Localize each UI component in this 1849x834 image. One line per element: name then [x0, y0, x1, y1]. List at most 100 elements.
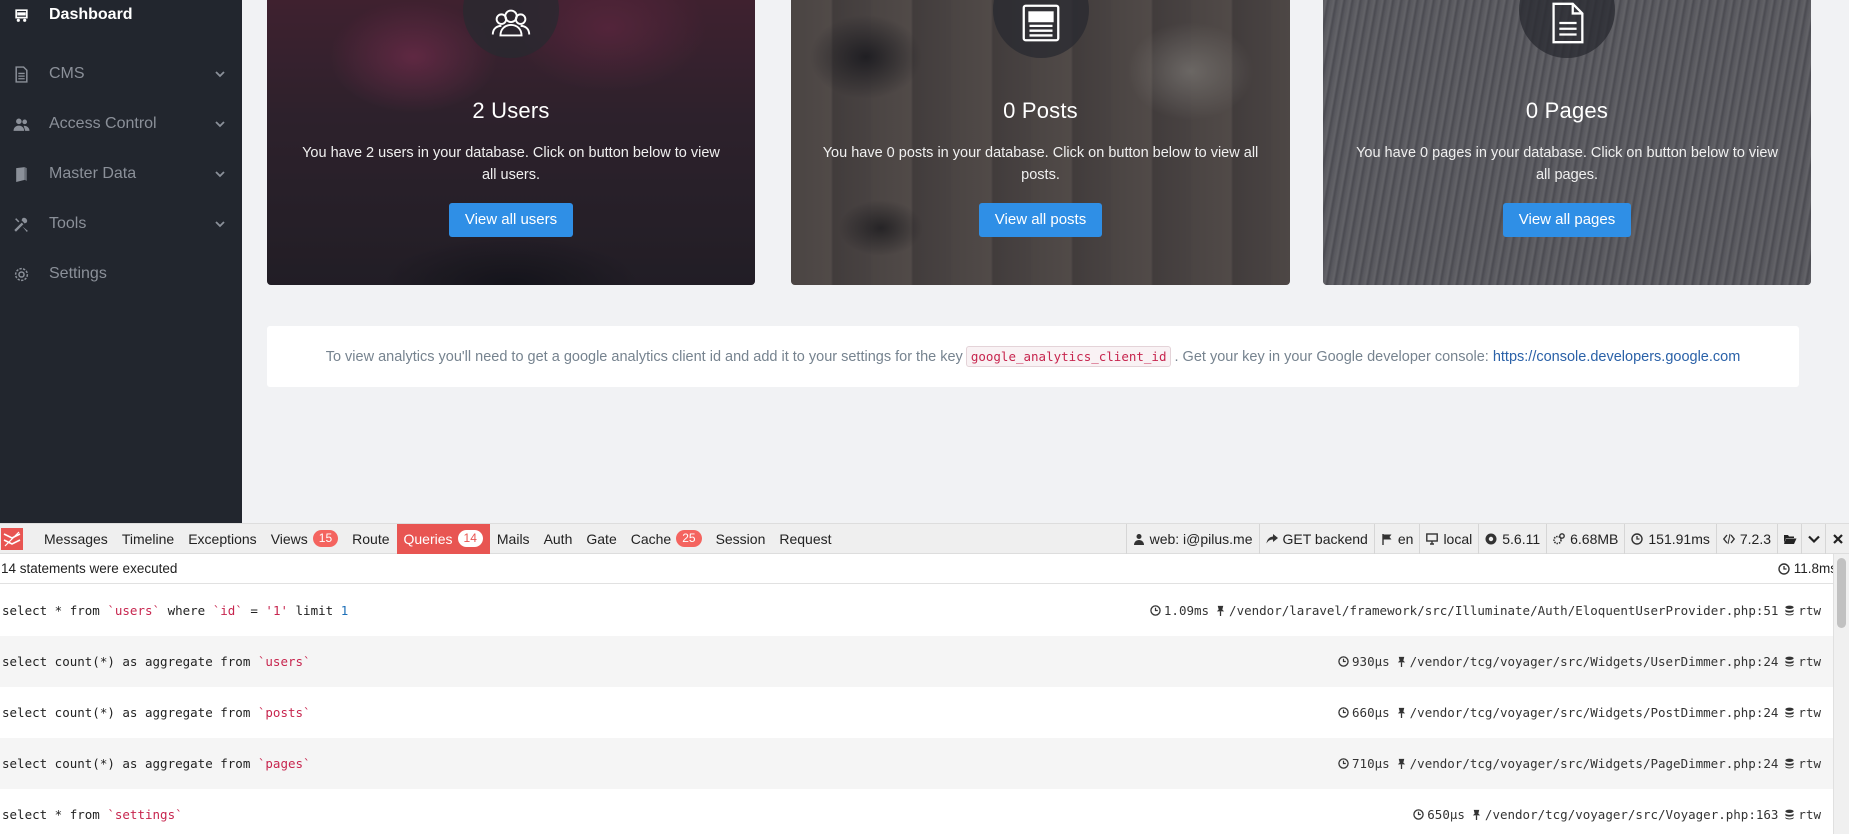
share-icon [1266, 534, 1278, 544]
query-meta: 660μs/vendor/tcg/voyager/src/Widgets/Pos… [1332, 705, 1821, 720]
chevron-down-icon [215, 71, 225, 78]
pages-card: 0 Pages You have 0 pages in your databas… [1323, 0, 1811, 285]
queries-summary: 14 statements were executed 11.8ms [0, 554, 1849, 584]
query-connection: rtw [1798, 603, 1821, 618]
open-folder-button[interactable] [1777, 524, 1801, 554]
php-version-indicator[interactable]: 7.2.3 [1715, 524, 1777, 554]
user-indicator[interactable]: web: i@pilus.me [1125, 524, 1259, 554]
gear-icon [12, 265, 30, 283]
tab-cache[interactable]: Cache 25 [624, 524, 709, 554]
version-indicator[interactable]: 5.6.11 [1478, 524, 1546, 554]
chevron-down-icon [215, 171, 225, 178]
query-connection: rtw [1798, 654, 1821, 669]
query-row[interactable]: select count(*) as aggregate from `pages… [0, 738, 1833, 789]
query-row[interactable]: select * from `users` where `id` = '1' l… [0, 585, 1833, 636]
query-row[interactable]: select * from `settings` 650μs/vendor/tcg… [0, 789, 1833, 834]
sidebar-item-label: Dashboard [49, 6, 133, 23]
sidebar-item-label: CMS [49, 65, 85, 82]
locale-indicator[interactable]: en [1373, 524, 1420, 554]
query-source: /vendor/tcg/voyager/src/Widgets/PostDimm… [1409, 705, 1779, 720]
google-console-link[interactable]: https://console.developers.google.com [1493, 349, 1740, 365]
users-card: 2 Users You have 2 users in your databas… [267, 0, 755, 285]
query-sql: select count(*) as aggregate from `users… [2, 654, 311, 669]
clock-icon [1338, 656, 1349, 667]
document-icon [1519, 0, 1615, 58]
queries-count-badge: 14 [457, 530, 483, 547]
view-all-users-button[interactable]: View all users [448, 203, 574, 237]
database-icon [1785, 656, 1795, 667]
thumbtack-icon [1397, 758, 1405, 769]
tab-mails[interactable]: Mails [490, 524, 537, 554]
analytics-notice-text: To view analytics you'll need to get a g… [325, 348, 963, 365]
database-icon [1785, 605, 1795, 616]
view-all-posts-button[interactable]: View all posts [978, 203, 1103, 237]
dashboard-icon [12, 6, 30, 24]
query-meta: 1.09ms/vendor/laravel/framework/src/Illu… [1144, 603, 1821, 618]
tab-messages[interactable]: Messages [37, 524, 115, 554]
sidebar-item-label: Tools [49, 215, 87, 232]
tab-queries[interactable]: Queries 14 [396, 523, 490, 554]
debugbar-header: Messages Timeline Exceptions Views 15 Rou… [0, 523, 1849, 554]
tab-gate[interactable]: Gate [579, 524, 623, 554]
view-all-pages-button[interactable]: View all pages [1502, 203, 1632, 237]
debugbar-indicators: web: i@pilus.me GET backend en local 5.6… [1125, 524, 1849, 554]
query-duration: 930μs [1352, 654, 1390, 669]
sidebar-item-cms[interactable]: CMS [0, 49, 242, 99]
route-indicator[interactable]: GET backend [1258, 524, 1374, 554]
minimize-button[interactable] [1801, 524, 1825, 554]
posts-card-title: 0 Posts [1003, 98, 1078, 123]
tools-icon [12, 215, 30, 233]
debugbar-scrollbar[interactable] [1833, 554, 1849, 834]
tab-timeline[interactable]: Timeline [115, 524, 181, 554]
query-row[interactable]: select count(*) as aggregate from `posts… [0, 687, 1833, 738]
query-duration: 660μs [1352, 705, 1390, 720]
posts-card-text: You have 0 posts in your database. Click… [822, 145, 1259, 183]
tab-request[interactable]: Request [772, 524, 838, 554]
tab-session[interactable]: Session [709, 524, 773, 554]
cogs-icon [1553, 533, 1566, 545]
sidebar-item-tools[interactable]: Tools [0, 199, 242, 249]
posts-card: 0 Posts You have 0 posts in your databas… [791, 0, 1290, 285]
newspaper-icon [992, 0, 1089, 58]
tab-auth[interactable]: Auth [537, 524, 580, 554]
pages-card-title: 0 Pages [1525, 98, 1609, 123]
clock-icon [1778, 562, 1790, 575]
folder-open-icon [1783, 535, 1796, 544]
sidebar-item-master-data[interactable]: Master Data [0, 149, 242, 199]
database-icon [1785, 809, 1795, 820]
query-row[interactable]: select count(*) as aggregate from `users… [0, 636, 1833, 687]
sidebar-item-label: Access Control [49, 115, 157, 132]
environment-indicator[interactable]: local [1419, 524, 1478, 554]
pages-card-text: You have 0 pages in your database. Click… [1356, 145, 1778, 183]
database-icon [1785, 707, 1795, 718]
people-icon [12, 115, 30, 133]
close-debugbar-button[interactable] [1825, 524, 1849, 554]
query-duration: 710μs [1352, 756, 1390, 771]
close-icon [1832, 534, 1843, 544]
debugbar-logo-icon[interactable] [1, 527, 23, 550]
memory-indicator[interactable]: 6.68MB [1546, 524, 1624, 554]
thumbtack-icon [1397, 656, 1405, 667]
clock-icon [1338, 707, 1349, 718]
analytics-notice: To view analytics you'll need to get a g… [267, 326, 1799, 387]
sidebar-item-access-control[interactable]: Access Control [0, 99, 242, 149]
flag-icon [1382, 534, 1392, 545]
tab-views[interactable]: Views 15 [264, 524, 345, 554]
query-source: /vendor/tcg/voyager/src/Widgets/UserDimm… [1409, 654, 1779, 669]
clock-icon [1150, 605, 1161, 616]
desktop-icon [1426, 533, 1439, 545]
query-source: /vendor/laravel/framework/src/Illuminate… [1229, 603, 1779, 618]
query-meta: 930μs/vendor/tcg/voyager/src/Widgets/Use… [1332, 654, 1821, 669]
tab-exceptions[interactable]: Exceptions [181, 524, 263, 554]
scrollbar-thumb[interactable] [1837, 558, 1846, 628]
request-time-indicator[interactable]: 151.91ms [1624, 524, 1715, 554]
query-source: /vendor/tcg/voyager/src/Voyager.php:163 [1484, 807, 1779, 822]
sidebar-item-settings[interactable]: Settings [0, 249, 242, 299]
github-icon [1485, 533, 1497, 545]
chevron-down-icon [215, 221, 225, 228]
cache-count-badge: 25 [676, 530, 702, 547]
tab-route[interactable]: Route [345, 524, 396, 554]
sidebar-item-dashboard[interactable]: Dashboard [0, 0, 242, 30]
query-sql: select count(*) as aggregate from `pages… [2, 756, 311, 771]
clock-icon [1631, 533, 1644, 545]
